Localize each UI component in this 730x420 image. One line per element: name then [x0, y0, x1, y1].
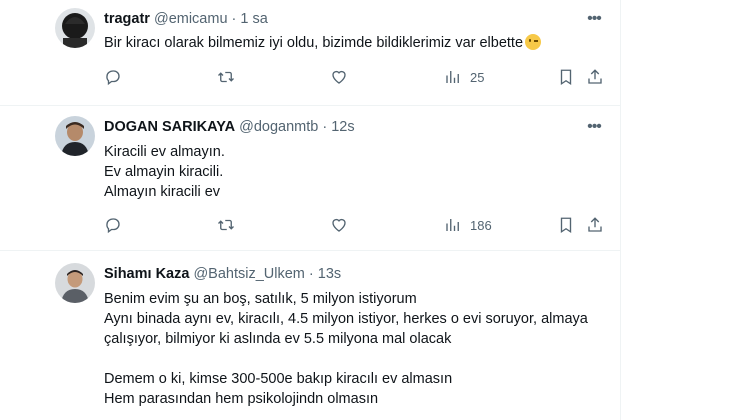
- retweet-button[interactable]: [217, 214, 235, 236]
- tweet-actions: 186: [104, 214, 604, 236]
- tweet-line: Hem parasından hem psikolojindn olmasın: [104, 391, 379, 407]
- tweet-header: DOGAN SARIKAYA @doganmtb · 12s: [104, 118, 590, 136]
- views-button[interactable]: 186: [444, 214, 492, 236]
- reply-icon: [106, 70, 120, 86]
- more-icon[interactable]: •••: [584, 119, 604, 140]
- views-button[interactable]: 25: [444, 66, 484, 88]
- bookmark-button[interactable]: [557, 66, 575, 88]
- share-icon: [588, 69, 602, 84]
- tweet-header: tragatr @emicamu · 1 sa: [104, 10, 590, 28]
- like-icon: [332, 218, 346, 232]
- separator: ·: [308, 266, 314, 282]
- tweet[interactable]: Sihamı Kaza @Bahtsiz_Ulkem · 13s Benim e…: [0, 251, 620, 420]
- more-icon[interactable]: •••: [584, 11, 604, 32]
- user-name[interactable]: tragatr: [104, 11, 150, 27]
- reply-button[interactable]: [104, 214, 122, 236]
- tweet-line: [104, 349, 590, 369]
- tweet-line: çalışıyor, bilmiyor ki aslında ev 5.5 mi…: [104, 331, 452, 347]
- timestamp[interactable]: 12s: [331, 119, 354, 135]
- views-count: 186: [470, 217, 492, 233]
- timestamp[interactable]: 13s: [318, 266, 341, 282]
- tweet-line: Bir kiracı olarak bilmemiz iyi oldu, biz…: [104, 35, 524, 51]
- winking-face-icon: [525, 34, 542, 50]
- tweet-text: Kiracili ev almayın. Ev almayin kiracili…: [104, 142, 590, 202]
- tweet-line: Benim evim şu an boş, satılık, 5 milyon …: [104, 291, 417, 307]
- tweet-line: Kiracili ev almayın.: [104, 144, 225, 160]
- avatar[interactable]: [55, 263, 95, 303]
- right-panel: [620, 0, 730, 420]
- tweet-header: Sihamı Kaza @Bahtsiz_Ulkem · 13s: [104, 265, 590, 283]
- retweet-icon: [218, 71, 234, 83]
- user-name[interactable]: Sihamı Kaza: [104, 266, 189, 282]
- like-button[interactable]: [330, 214, 348, 236]
- user-handle[interactable]: @doganmtb: [239, 119, 318, 135]
- timestamp[interactable]: 1 sa: [240, 11, 267, 27]
- reply-icon: [106, 218, 120, 234]
- avatar[interactable]: [55, 8, 95, 48]
- tweet[interactable]: tragatr @emicamu · 1 sa Bir kiracı olara…: [0, 0, 620, 106]
- views-icon: [446, 71, 459, 83]
- separator: ·: [231, 11, 237, 27]
- retweet-button[interactable]: [217, 66, 235, 88]
- share-button[interactable]: [586, 214, 604, 236]
- tweet-line: Aynı binada aynı ev, kiracılı, 4.5 milyo…: [104, 311, 588, 327]
- tweet-text: Benim evim şu an boş, satılık, 5 milyon …: [104, 289, 590, 409]
- retweet-icon: [218, 219, 234, 231]
- separator: ·: [322, 119, 328, 135]
- bookmark-icon: [560, 217, 572, 234]
- reply-button[interactable]: [104, 66, 122, 88]
- avatar[interactable]: [55, 116, 95, 156]
- tweet[interactable]: DOGAN SARIKAYA @doganmtb · 12s Kiracili …: [0, 106, 620, 251]
- tweet-text: Bir kiracı olarak bilmemiz iyi oldu, biz…: [104, 33, 590, 53]
- user-handle[interactable]: @Bahtsiz_Ulkem: [193, 266, 304, 282]
- views-icon: [446, 219, 459, 231]
- views-count: 25: [470, 69, 485, 85]
- bookmark-button[interactable]: [557, 214, 575, 236]
- timeline: tragatr @emicamu · 1 sa Bir kiracı olara…: [0, 0, 620, 420]
- user-handle[interactable]: @emicamu: [154, 11, 228, 27]
- bookmark-icon: [560, 69, 572, 86]
- tweet-line: Ev almayin kiracili.: [104, 164, 224, 180]
- tweet-line: Demem o ki, kimse 300-500e bakıp kiracıl…: [104, 371, 453, 387]
- like-button[interactable]: [330, 66, 348, 88]
- share-icon: [588, 217, 602, 232]
- tweet-actions: 25: [104, 66, 604, 88]
- tweet-line: Almayın kiracili ev: [104, 184, 221, 200]
- user-name[interactable]: DOGAN SARIKAYA: [104, 119, 235, 135]
- like-icon: [332, 70, 346, 84]
- share-button[interactable]: [586, 66, 604, 88]
